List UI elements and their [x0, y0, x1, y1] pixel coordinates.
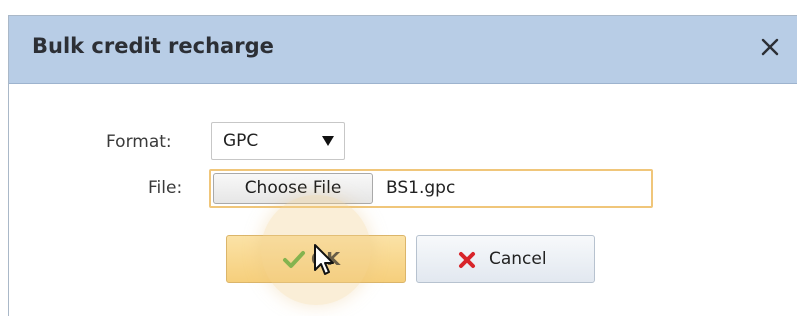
cancel-button[interactable]: Cancel	[416, 235, 595, 283]
close-button[interactable]	[757, 34, 783, 60]
ok-button[interactable]: OK	[226, 235, 406, 283]
bulk-credit-recharge-dialog: Bulk credit recharge Format: GPC File: C…	[8, 15, 797, 316]
ok-button-label: OK	[311, 249, 341, 270]
close-icon	[761, 38, 779, 56]
dialog-titlebar: Bulk credit recharge	[9, 16, 797, 84]
red-x-icon	[459, 252, 475, 268]
checkmark-icon	[283, 251, 305, 268]
choose-file-button[interactable]: Choose File	[213, 173, 373, 204]
caret-down-icon	[322, 136, 334, 146]
file-label: File:	[148, 178, 183, 198]
dialog-title: Bulk credit recharge	[32, 34, 274, 58]
format-selected-value: GPC	[223, 131, 259, 151]
cancel-button-label: Cancel	[489, 249, 547, 269]
file-input[interactable]: Choose File BS1.gpc	[209, 169, 653, 208]
format-label: Format:	[106, 132, 172, 152]
page: Bulk credit recharge Format: GPC File: C…	[0, 0, 797, 316]
format-select[interactable]: GPC	[211, 122, 345, 160]
selected-file-name: BS1.gpc	[386, 178, 456, 198]
